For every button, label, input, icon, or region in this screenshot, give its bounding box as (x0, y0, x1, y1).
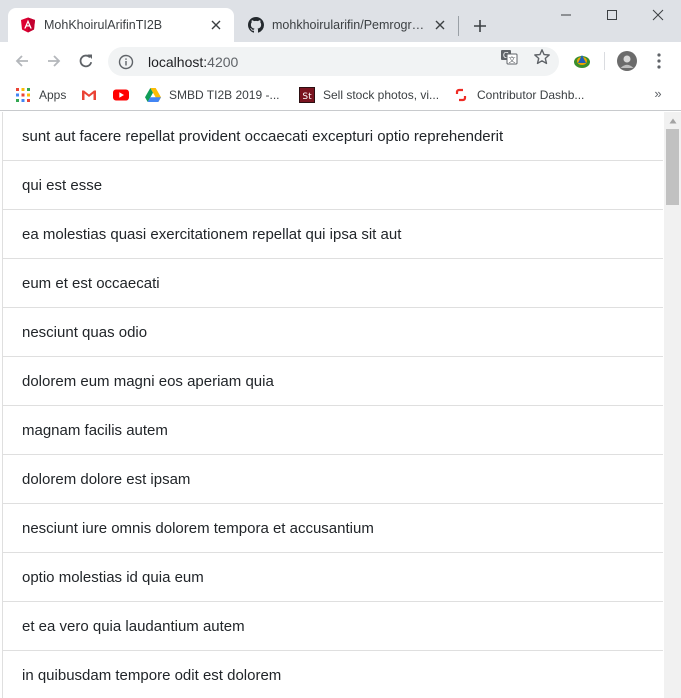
youtube-icon (113, 87, 129, 103)
forward-arrow-icon[interactable] (40, 47, 68, 75)
url-text: localhost:4200 (148, 54, 238, 70)
list-item: qui est esse (3, 161, 663, 210)
github-icon (248, 17, 264, 33)
svg-text:St: St (302, 92, 312, 102)
close-window-icon[interactable] (635, 0, 681, 30)
tab-title: MohKhoirulArifinTI2B (44, 18, 163, 32)
svg-text:文: 文 (509, 55, 516, 64)
address-bar[interactable]: localhost:4200 (108, 47, 559, 76)
page-content: sunt aut facere repellat provident occae… (0, 112, 681, 698)
apps-grid-icon (15, 87, 31, 103)
close-tab-icon[interactable] (432, 17, 448, 33)
tab-title: mohkhoirularifin/Pemrograman (272, 18, 426, 32)
list-item: sunt aut facere repellat provident occae… (3, 112, 663, 161)
more-bookmarks-chevron[interactable]: » (650, 84, 666, 102)
list-item: optio molestias id quia eum (3, 553, 663, 602)
list-item: dolorem eum magni eos aperiam quia (3, 357, 663, 406)
bookmark-label: SMBD TI2B 2019 -... (169, 88, 280, 102)
bookmarks-bar: Apps SMBD TI2B 2019 -... St Sell stock p… (0, 80, 681, 111)
bookmark-label: Contributor Dashb... (477, 88, 585, 102)
tab-active[interactable]: MohKhoirulArifinTI2B (8, 8, 234, 42)
bookmark-youtube[interactable] (113, 85, 137, 105)
bookmark-apps[interactable]: Apps (15, 85, 66, 105)
list-item: magnam facilis autem (3, 406, 663, 455)
tab-strip: MohKhoirulArifinTI2B mohkhoirularifin/Pe… (0, 0, 681, 42)
gmail-icon (81, 87, 97, 103)
tab-separator (458, 16, 459, 36)
bookmark-gmail[interactable] (81, 85, 105, 105)
bookmark-label: Apps (39, 88, 67, 102)
menu-kebab-icon[interactable] (649, 51, 669, 71)
google-drive-icon (145, 87, 161, 103)
list-item: nesciunt iure omnis dolorem tempora et a… (3, 504, 663, 553)
list-item: nesciunt quas odio (3, 308, 663, 357)
translate-icon[interactable]: G文 (500, 48, 518, 66)
bookmark-star-icon[interactable] (533, 48, 551, 66)
list-item: ea molestias quasi exercitationem repell… (3, 210, 663, 259)
minimize-icon[interactable] (543, 0, 589, 30)
list-item: et ea vero quia laudantium autem (3, 602, 663, 651)
list-item: dolorem dolore est ipsam (3, 455, 663, 504)
list-item: in quibusdam tempore odit est dolorem (3, 651, 663, 698)
avatar[interactable] (617, 51, 637, 71)
url-host: localhost: (148, 53, 208, 70)
reload-icon[interactable] (72, 47, 100, 75)
close-tab-icon[interactable] (208, 17, 224, 33)
tab-inactive[interactable]: mohkhoirularifin/Pemrograman (236, 8, 458, 42)
maximize-icon[interactable] (589, 0, 635, 30)
bookmark-label: Sell stock photos, vi... (323, 88, 440, 102)
bookmark-contributor[interactable]: Contributor Dashb... (453, 85, 584, 105)
url-port: 4200 (207, 53, 239, 70)
new-tab-icon[interactable] (469, 15, 491, 37)
bookmark-smbd[interactable]: SMBD TI2B 2019 -... (145, 85, 280, 105)
list-item: eum et est occaecati (3, 259, 663, 308)
extension-icon[interactable] (572, 51, 592, 71)
bookmark-shutterstock[interactable]: St Sell stock photos, vi... (299, 85, 439, 105)
browser-toolbar: localhost:4200 G文 (0, 42, 681, 80)
info-icon[interactable] (118, 54, 134, 70)
shutterstock-icon: St (299, 87, 315, 103)
post-list: sunt aut facere repellat provident occae… (2, 112, 663, 698)
scrollbar-thumb[interactable] (666, 129, 679, 205)
scroll-up-arrow-icon[interactable] (664, 112, 681, 129)
back-arrow-icon[interactable] (8, 47, 36, 75)
vertical-scrollbar[interactable] (664, 112, 681, 698)
angular-icon (20, 17, 36, 33)
contributor-dashboard-icon (453, 87, 469, 103)
toolbar-separator (604, 52, 605, 70)
